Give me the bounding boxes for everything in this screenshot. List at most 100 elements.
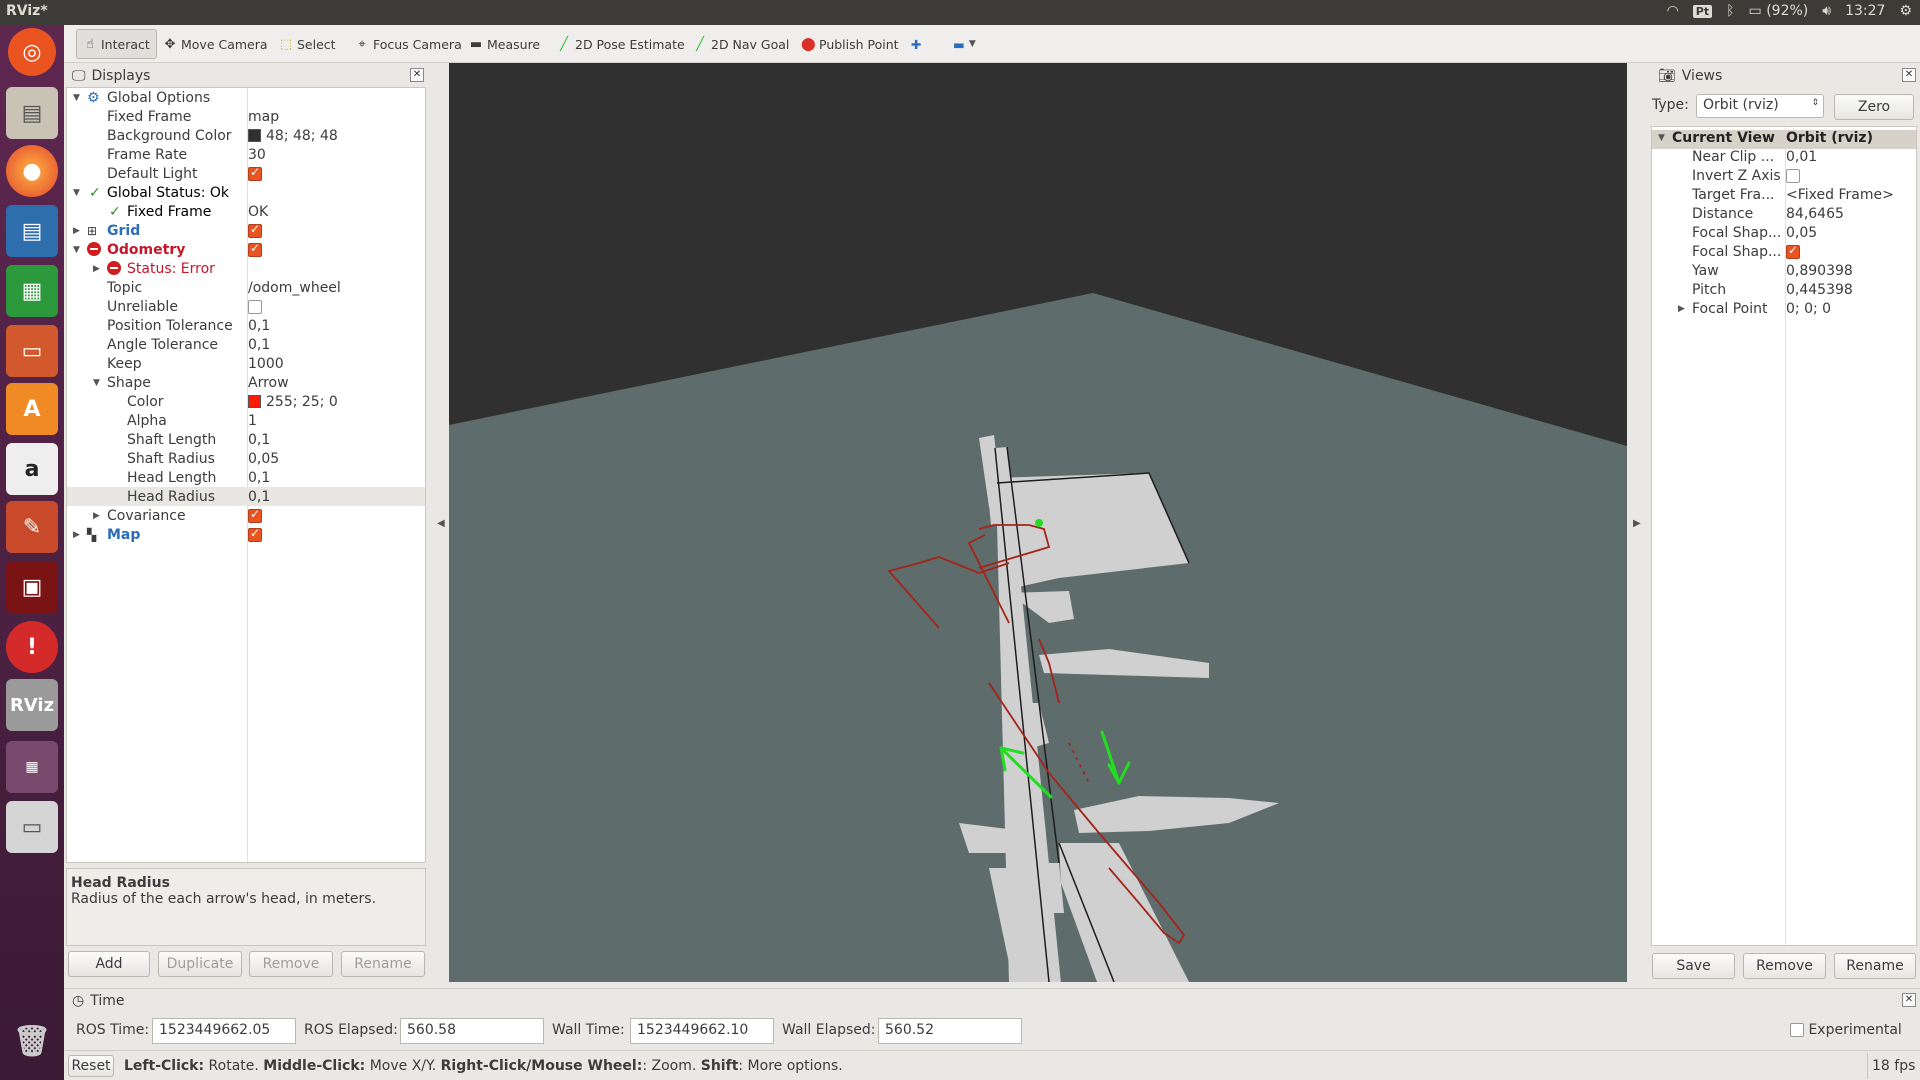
software-center-icon[interactable]: A	[6, 383, 58, 435]
tree-row-grid[interactable]: ▶ ⊞ Grid	[67, 221, 425, 240]
tree-row-pitch[interactable]: Pitch 0,445398	[1652, 282, 1916, 301]
grid-enabled-checkbox[interactable]	[248, 222, 262, 238]
tree-row-focal-shape-fixed[interactable]: Focal Shap...	[1652, 243, 1916, 263]
expand-arrow-icon[interactable]: ▶	[93, 511, 100, 521]
rename-display-button[interactable]: Rename	[341, 951, 425, 977]
wall-elapsed-field[interactable]: 560.52	[878, 1018, 1022, 1044]
tree-row-fixed-frame-status[interactable]: ✓ Fixed Frame OK	[67, 202, 425, 221]
collapse-right-arrow-icon[interactable]: ▶	[1633, 518, 1641, 529]
tree-row-unreliable[interactable]: Unreliable	[67, 297, 425, 316]
clock[interactable]: 13:27	[1845, 3, 1885, 19]
expand-arrow-icon[interactable]: ▶	[73, 226, 80, 236]
tree-row-color[interactable]: Color 255; 25; 0	[67, 392, 425, 411]
nav-goal-tool-button[interactable]: ╱ 2D Nav Goal	[686, 29, 796, 59]
tree-row-frame-rate[interactable]: Frame Rate 30	[67, 145, 425, 164]
tree-row-near-clip[interactable]: Near Clip ... 0,01	[1652, 149, 1916, 168]
move-camera-tool-button[interactable]: ✥ Move Camera	[156, 29, 275, 59]
trash-icon[interactable]: 🗑︎	[6, 1015, 58, 1067]
tree-row-focal-shape-size[interactable]: Focal Shap... 0,05	[1652, 225, 1916, 244]
unreliable-checkbox[interactable]	[248, 299, 262, 314]
duplicate-display-button[interactable]: Duplicate	[158, 951, 242, 977]
row-value[interactable]: 48; 48; 48	[248, 128, 338, 144]
tree-row-head-radius[interactable]: Head Radius 0,1	[67, 487, 425, 506]
tree-row-alpha[interactable]: Alpha 1	[67, 411, 425, 430]
close-icon[interactable]: ✕	[1902, 993, 1916, 1007]
amazon-icon[interactable]: a	[6, 443, 58, 495]
tree-row-odometry[interactable]: ▼ Odometry	[67, 240, 425, 259]
row-value[interactable]: Arrow	[248, 375, 289, 391]
close-icon[interactable]: ✕	[410, 68, 424, 82]
row-value[interactable]: map	[248, 109, 279, 125]
terminal-app-icon[interactable]: ▣	[6, 561, 58, 613]
writer-icon[interactable]: ▤	[6, 205, 58, 257]
row-value[interactable]: 0,1	[248, 489, 270, 505]
add-display-button[interactable]: Add	[68, 951, 150, 977]
tree-row-covariance[interactable]: ▶ Covariance	[67, 506, 425, 525]
tree-row-global-status[interactable]: ▼ ✓ Global Status: Ok	[67, 183, 425, 202]
bluetooth-icon[interactable]: ᛒ	[1726, 3, 1734, 19]
tree-row-focal-point[interactable]: ▶ Focal Point 0; 0; 0	[1652, 301, 1916, 320]
tree-row-invert-z-axis[interactable]: Invert Z Axis	[1652, 168, 1916, 187]
row-value[interactable]: 0,1	[248, 432, 270, 448]
error-report-icon[interactable]: !	[6, 621, 58, 673]
keyboard-layout-indicator[interactable]: Pt	[1692, 4, 1713, 18]
settings-gear-icon[interactable]: ⚙	[1899, 3, 1912, 19]
tree-row-fixed-frame[interactable]: Fixed Frame map	[67, 107, 425, 126]
save-view-button[interactable]: Save	[1652, 953, 1735, 979]
tree-row-background-color[interactable]: Background Color 48; 48; 48	[67, 126, 425, 145]
tree-row-default-light[interactable]: Default Light	[67, 164, 425, 183]
pose-estimate-tool-button[interactable]: ╱ 2D Pose Estimate	[550, 29, 692, 59]
ubuntu-logo-icon[interactable]: ◎	[8, 28, 56, 76]
expand-arrow-icon[interactable]: ▼	[73, 245, 80, 255]
row-value[interactable]: /odom_wheel	[248, 280, 341, 296]
files-icon[interactable]: ▤	[6, 87, 58, 139]
tree-row-status-error[interactable]: ▶ Status: Error	[67, 259, 425, 278]
row-value[interactable]: 0,1	[248, 470, 270, 486]
expand-arrow-icon[interactable]: ▼	[1658, 133, 1665, 143]
row-value[interactable]: 1000	[248, 356, 284, 372]
tree-row-shape[interactable]: ▼ Shape Arrow	[67, 373, 425, 392]
row-value[interactable]: 0,1	[248, 318, 270, 334]
tree-row-yaw[interactable]: Yaw 0,890398	[1652, 263, 1916, 282]
tree-row-topic[interactable]: Topic /odom_wheel	[67, 278, 425, 297]
focus-camera-tool-button[interactable]: ⌖ Focus Camera	[348, 29, 469, 59]
ros-time-field[interactable]: 1523449662.05	[152, 1018, 296, 1044]
select-tool-button[interactable]: ⬚ Select	[272, 29, 343, 59]
map-enabled-checkbox[interactable]	[248, 526, 262, 542]
collapse-left-arrow-icon[interactable]: ◀	[437, 518, 445, 529]
firefox-icon[interactable]: ●	[6, 145, 58, 197]
expand-arrow-icon[interactable]: ▶	[73, 530, 80, 540]
tree-row-target-frame[interactable]: Target Fra... <Fixed Frame>	[1652, 187, 1916, 206]
zero-button[interactable]: Zero	[1834, 94, 1914, 120]
rviz-launcher-icon[interactable]: RViz	[6, 679, 58, 731]
default-light-checkbox[interactable]	[248, 165, 262, 181]
impress-icon[interactable]: ▭	[6, 325, 58, 377]
expand-arrow-icon[interactable]: ▼	[93, 378, 100, 388]
tree-row-position-tolerance[interactable]: Position Tolerance 0,1	[67, 316, 425, 335]
row-value[interactable]: 0,05	[248, 451, 279, 467]
row-value[interactable]: 0,1	[248, 337, 270, 353]
experimental-checkbox[interactable]	[1790, 1023, 1804, 1037]
add-tool-button[interactable]: ✚	[904, 29, 928, 59]
reset-button[interactable]: Reset	[68, 1055, 114, 1077]
row-value[interactable]: 30	[248, 147, 266, 163]
calc-icon[interactable]: ▦	[6, 265, 58, 317]
remove-tool-button[interactable]: ▬ ▼	[946, 29, 983, 59]
odometry-enabled-checkbox[interactable]	[248, 241, 262, 257]
tree-row-keep[interactable]: Keep 1000	[67, 354, 425, 373]
expand-arrow-icon[interactable]: ▼	[73, 188, 80, 198]
interact-tool-button[interactable]: ☝ Interact	[76, 29, 157, 59]
ros-elapsed-field[interactable]: 560.58	[400, 1018, 544, 1044]
tree-row-current-view[interactable]: ▼ Current View Orbit (rviz)	[1652, 130, 1916, 149]
invert-z-axis-checkbox[interactable]	[1786, 169, 1800, 183]
tree-row-global-options[interactable]: ▼ ⚙ Global Options	[67, 88, 425, 107]
battery-indicator[interactable]: ▭ (92%)	[1749, 3, 1809, 19]
remove-display-button[interactable]: Remove	[249, 951, 333, 977]
row-value[interactable]: 1	[248, 413, 257, 429]
rename-view-button[interactable]: Rename	[1834, 953, 1916, 979]
workspace-switcher-icon[interactable]: ▦	[6, 741, 58, 793]
tree-row-shaft-length[interactable]: Shaft Length 0,1	[67, 430, 425, 449]
row-value[interactable]: 255; 25; 0	[248, 394, 338, 410]
expand-arrow-icon[interactable]: ▼	[73, 93, 80, 103]
tree-row-shaft-radius[interactable]: Shaft Radius 0,05	[67, 449, 425, 468]
